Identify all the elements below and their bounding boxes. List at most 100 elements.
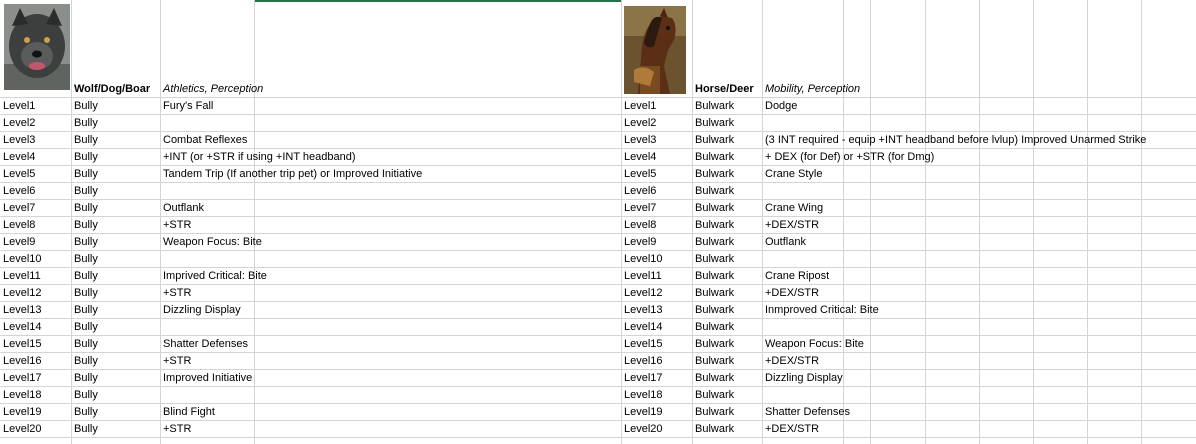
left-class-cell[interactable]: Bully [71, 285, 98, 302]
left-species-header[interactable]: Wolf/Dog/Boar [71, 81, 150, 98]
right-note-cell[interactable]: +DEX/STR [762, 421, 819, 438]
left-level-cell[interactable]: Level1 [0, 98, 35, 115]
right-level-cell[interactable]: Level2 [621, 115, 656, 132]
right-note-cell[interactable]: Outflank [762, 234, 806, 251]
right-note-cell[interactable]: Inmproved Critical: Bite [762, 302, 879, 319]
right-note-cell[interactable] [762, 319, 765, 336]
left-class-cell[interactable]: Bully [71, 319, 98, 336]
left-class-cell[interactable]: Bully [71, 234, 98, 251]
left-class-cell[interactable]: Bully [71, 183, 98, 200]
right-note-cell[interactable]: (3 INT required - equip +INT headband be… [762, 132, 1146, 149]
right-note-cell[interactable]: Crane Ripost [762, 268, 829, 285]
left-level-cell[interactable]: Level12 [0, 285, 42, 302]
right-level-cell[interactable]: Level7 [621, 200, 656, 217]
right-class-cell[interactable]: Bulwark [692, 285, 734, 302]
left-level-cell[interactable]: Level18 [0, 387, 42, 404]
left-level-cell[interactable]: Level8 [0, 217, 35, 234]
left-level-cell[interactable]: Level13 [0, 302, 42, 319]
right-level-cell[interactable]: Level9 [621, 234, 656, 251]
right-level-cell[interactable]: Level18 [621, 387, 663, 404]
left-class-cell[interactable]: Bully [71, 166, 98, 183]
right-level-cell[interactable]: Level13 [621, 302, 663, 319]
right-level-cell[interactable]: Level3 [621, 132, 656, 149]
right-class-cell[interactable]: Bulwark [692, 166, 734, 183]
right-level-cell[interactable]: Level20 [621, 421, 663, 438]
right-class-cell[interactable]: Bulwark [692, 421, 734, 438]
right-note-cell[interactable]: +DEX/STR [762, 353, 819, 370]
left-note-cell[interactable]: +STR [160, 421, 191, 438]
left-note-cell[interactable] [160, 387, 163, 404]
left-note-cell[interactable]: Fury's Fall [160, 98, 213, 115]
right-note-cell[interactable]: +DEX/STR [762, 285, 819, 302]
left-note-cell[interactable]: Shatter Defenses [160, 336, 248, 353]
left-class-cell[interactable]: Bully [71, 268, 98, 285]
left-skills-header[interactable]: Athletics, Perception [160, 81, 263, 98]
left-class-cell[interactable]: Bully [71, 370, 98, 387]
left-note-cell[interactable]: Blind Fight [160, 404, 215, 421]
left-note-cell[interactable]: +STR [160, 353, 191, 370]
left-class-cell[interactable]: Bully [71, 302, 98, 319]
right-level-cell[interactable]: Level15 [621, 336, 663, 353]
left-note-cell[interactable] [160, 115, 163, 132]
right-class-cell[interactable]: Bulwark [692, 200, 734, 217]
right-level-cell[interactable]: Level19 [621, 404, 663, 421]
left-note-cell[interactable]: Weapon Focus: Bite [160, 234, 262, 251]
left-level-cell[interactable]: Level15 [0, 336, 42, 353]
left-class-cell[interactable]: Bully [71, 149, 98, 166]
left-class-cell[interactable]: Bully [71, 336, 98, 353]
right-note-cell[interactable]: Shatter Defenses [762, 404, 850, 421]
left-note-cell[interactable]: Tandem Trip (If another trip pet) or Imp… [160, 166, 422, 183]
right-class-cell[interactable]: Bulwark [692, 319, 734, 336]
left-level-cell[interactable]: Level19 [0, 404, 42, 421]
right-class-cell[interactable]: Bulwark [692, 132, 734, 149]
left-level-cell[interactable]: Level20 [0, 421, 42, 438]
left-note-cell[interactable]: Outflank [160, 200, 204, 217]
right-note-cell[interactable] [762, 387, 765, 404]
wolf-portrait-icon[interactable] [4, 4, 70, 90]
left-note-cell[interactable]: Imprived Critical: Bite [160, 268, 267, 285]
right-species-header[interactable]: Horse/Deer [692, 81, 754, 98]
left-note-cell[interactable]: +STR [160, 217, 191, 234]
right-note-cell[interactable] [762, 183, 765, 200]
left-note-cell[interactable]: Dizzling Display [160, 302, 241, 319]
left-class-cell[interactable]: Bully [71, 132, 98, 149]
right-class-cell[interactable]: Bulwark [692, 149, 734, 166]
left-note-cell[interactable]: +STR [160, 285, 191, 302]
left-class-cell[interactable]: Bully [71, 200, 98, 217]
left-level-cell[interactable]: Level10 [0, 251, 42, 268]
left-level-cell[interactable]: Level4 [0, 149, 35, 166]
left-note-cell[interactable]: Improved Initiative [160, 370, 252, 387]
right-level-cell[interactable]: Level14 [621, 319, 663, 336]
left-class-cell[interactable]: Bully [71, 421, 98, 438]
right-class-cell[interactable]: Bulwark [692, 115, 734, 132]
left-class-cell[interactable]: Bully [71, 251, 98, 268]
right-note-cell[interactable]: +DEX/STR [762, 217, 819, 234]
left-note-cell[interactable]: +INT (or +STR if using +INT headband) [160, 149, 356, 166]
left-level-cell[interactable]: Level2 [0, 115, 35, 132]
right-note-cell[interactable] [762, 251, 765, 268]
left-note-cell[interactable] [160, 251, 163, 268]
left-class-cell[interactable]: Bully [71, 404, 98, 421]
left-level-cell[interactable]: Level9 [0, 234, 35, 251]
right-skills-header[interactable]: Mobility, Perception [762, 81, 860, 98]
right-class-cell[interactable]: Bulwark [692, 353, 734, 370]
right-note-cell[interactable]: Crane Style [762, 166, 822, 183]
left-class-cell[interactable]: Bully [71, 387, 98, 404]
left-level-cell[interactable]: Level3 [0, 132, 35, 149]
right-note-cell[interactable]: Weapon Focus: Bite [762, 336, 864, 353]
horse-portrait-icon[interactable] [624, 6, 686, 94]
right-class-cell[interactable]: Bulwark [692, 183, 734, 200]
right-note-cell[interactable] [762, 115, 765, 132]
right-class-cell[interactable]: Bulwark [692, 370, 734, 387]
right-level-cell[interactable]: Level1 [621, 98, 656, 115]
left-level-cell[interactable]: Level7 [0, 200, 35, 217]
left-note-cell[interactable] [160, 183, 163, 200]
right-level-cell[interactable]: Level17 [621, 370, 663, 387]
right-level-cell[interactable]: Level12 [621, 285, 663, 302]
left-level-cell[interactable]: Level6 [0, 183, 35, 200]
right-class-cell[interactable]: Bulwark [692, 336, 734, 353]
left-level-cell[interactable]: Level5 [0, 166, 35, 183]
right-class-cell[interactable]: Bulwark [692, 268, 734, 285]
left-level-cell[interactable]: Level16 [0, 353, 42, 370]
right-level-cell[interactable]: Level11 [621, 268, 662, 285]
